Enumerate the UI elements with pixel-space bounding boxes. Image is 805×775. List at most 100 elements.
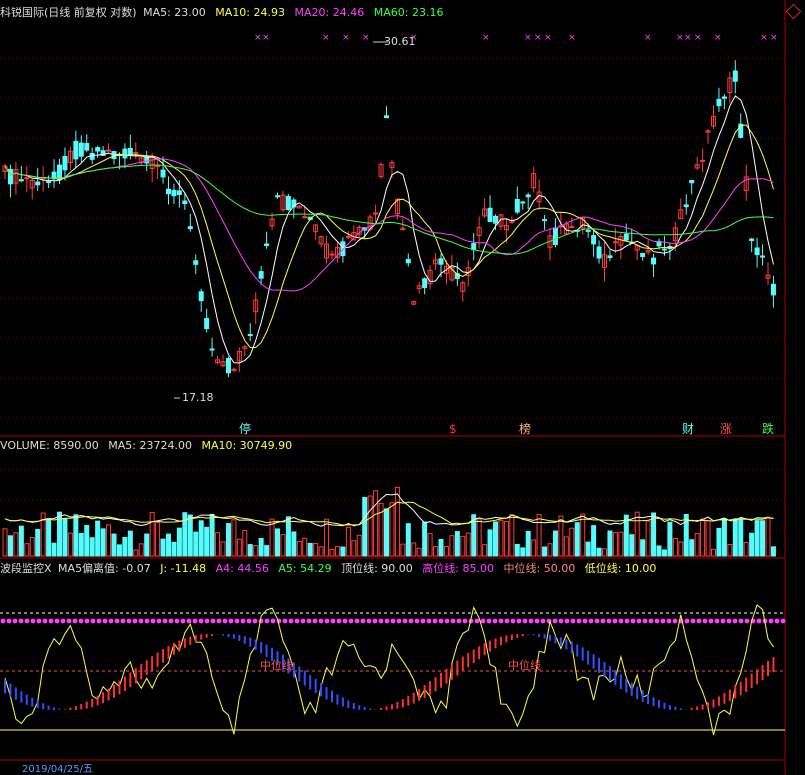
volume-bar — [51, 542, 57, 557]
volume-bar — [116, 544, 122, 557]
high-line-dot — [168, 618, 174, 624]
volume-bar — [591, 525, 597, 557]
high-line-dot — [384, 618, 390, 624]
volume-bar — [716, 527, 722, 557]
candle-body — [204, 317, 210, 330]
high-line-dot — [72, 618, 78, 624]
high-line-dot — [702, 618, 708, 624]
high-line-dot — [408, 618, 414, 624]
high-price-label: 30.61 — [384, 35, 416, 48]
high-line-dot — [180, 618, 186, 624]
high-line-dot — [306, 618, 312, 624]
candle-body — [198, 291, 204, 302]
high-line-dot — [144, 618, 150, 624]
volume-bar — [596, 547, 602, 557]
high-line-dot — [720, 618, 726, 624]
volume-bar — [765, 516, 771, 557]
indicator-panel-header: 波段监控X MA5偏离值: -0.07 J: -11.48 A4: 44.56 … — [0, 561, 662, 577]
signal-x-mark: × — [262, 33, 270, 43]
volume-bar — [100, 528, 106, 557]
high-line-dot — [426, 618, 432, 624]
volume-bar — [35, 528, 41, 557]
ma20-line — [4, 158, 774, 292]
high-line-dot — [300, 618, 306, 624]
signal-x-mark: × — [342, 33, 350, 43]
volume-bar — [667, 521, 673, 557]
high-line-dot — [474, 618, 480, 624]
candle-body — [95, 147, 101, 152]
high-line-dot — [492, 618, 498, 624]
high-line-dot — [456, 618, 462, 624]
volume-bar — [770, 546, 776, 557]
high-line-dot — [12, 618, 18, 624]
high-line-dot — [162, 618, 168, 624]
candle-body — [106, 149, 112, 152]
candle-body — [689, 180, 695, 184]
marker-limit-down[interactable]: 跌 — [761, 422, 775, 436]
main-panel-header: 科锐国际(日线 前复权 对数) MA5: 23.00 MA10: 24.93 M… — [0, 5, 449, 21]
volume-bar — [678, 541, 684, 557]
marker-limit-up[interactable]: 涨 — [719, 422, 733, 436]
high-line-dot — [582, 618, 588, 624]
signal-x-mark: × — [534, 33, 542, 43]
marker-ranking[interactable]: 榜 — [518, 422, 532, 436]
high-line-dot — [498, 618, 504, 624]
signal-x-mark: × — [322, 33, 330, 43]
high-line-dot — [330, 618, 336, 624]
high-line-dot — [102, 618, 108, 624]
candle-body — [264, 243, 270, 247]
candle-body — [160, 169, 166, 178]
stock-chart-window[interactable]: × × × × × × × × × × × × × × × × × × 科锐国际(日线 前复权 对数) MA5: … — [0, 0, 805, 775]
volume-bar — [547, 543, 553, 557]
candle-body — [487, 207, 493, 222]
high-line-dot — [288, 618, 294, 624]
high-line-dot — [654, 618, 660, 624]
volume-bar — [198, 520, 204, 557]
volume-bar — [498, 519, 504, 557]
volume-bar — [187, 514, 193, 557]
high-line-dot — [348, 618, 354, 624]
marker-dollar[interactable]: $ — [448, 422, 458, 436]
volume-bar — [607, 530, 613, 557]
volume-bar — [334, 546, 340, 557]
high-line-dot — [48, 618, 54, 624]
volume-bar — [275, 528, 280, 557]
candle-body — [7, 168, 13, 185]
volume-bar — [405, 523, 411, 557]
volume-bar — [176, 527, 182, 557]
candle-body — [640, 252, 646, 257]
volume-bar — [89, 537, 95, 557]
volume-readout: VOLUME: 8590.00 — [0, 439, 99, 452]
marker-suspend[interactable]: 停 — [238, 422, 252, 436]
volume-bar — [236, 538, 242, 557]
volume-bar — [585, 541, 591, 557]
candle-body — [62, 155, 68, 171]
j-line — [4, 604, 774, 736]
high-line-dot — [42, 618, 48, 624]
candle-body — [749, 238, 755, 242]
candle-body — [596, 246, 602, 259]
high-line-dot — [480, 618, 486, 624]
volume-bar — [536, 514, 542, 557]
volume-bar — [558, 515, 564, 557]
signal-x-mark: × — [568, 33, 576, 43]
high-line-readout: 高位线: 85.00 — [422, 562, 494, 575]
chart-canvas[interactable]: × × × × × × × × × × × × × × × × × × — [0, 0, 805, 775]
high-line-dot — [630, 618, 636, 624]
candle-body — [258, 271, 264, 279]
volume-bar — [738, 518, 744, 557]
volume-bar — [29, 536, 35, 557]
high-line-dot — [726, 618, 732, 624]
signal-x-mark: × — [644, 33, 652, 43]
high-line-dot — [216, 618, 222, 624]
candle-body — [302, 216, 308, 219]
high-line-dot — [462, 618, 468, 624]
candle-body — [345, 235, 351, 238]
volume-bar — [242, 529, 248, 557]
marker-finance[interactable]: 财 — [681, 422, 695, 436]
high-line-dot — [600, 618, 606, 624]
high-line-dot — [150, 618, 156, 624]
cursor-date: 2019/04/25/五 — [22, 764, 94, 775]
candle-body — [84, 143, 90, 151]
high-line-dot — [432, 618, 438, 624]
